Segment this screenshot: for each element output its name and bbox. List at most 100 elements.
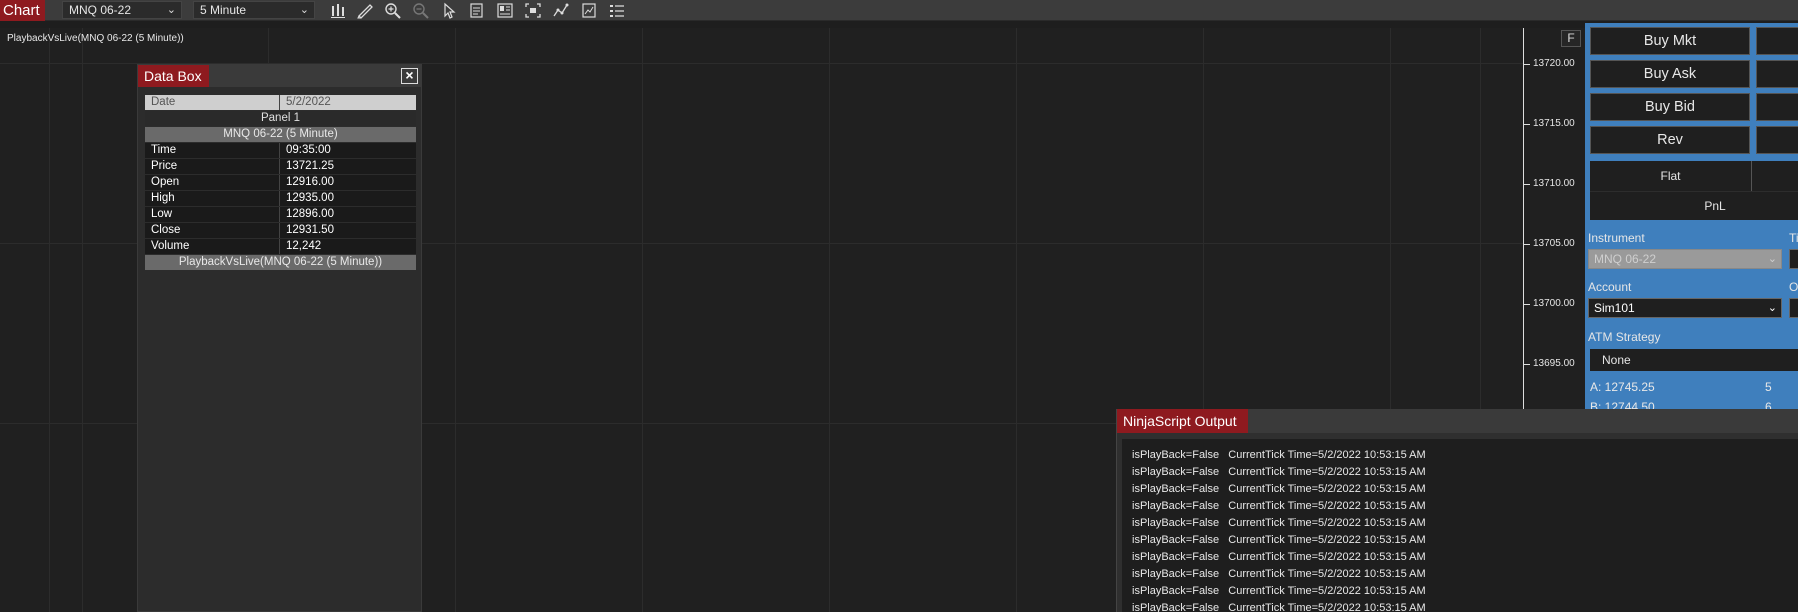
table-row: Date 5/2/2022	[145, 95, 416, 111]
ask-size: 5	[1765, 380, 1772, 394]
data-box-table: Date 5/2/2022 Panel 1 MNQ 06-22 (5 Minut…	[145, 95, 416, 271]
log-line: isPlayBack=False CurrentTick Time=5/2/20…	[1132, 534, 1426, 546]
y-tick	[1524, 244, 1530, 245]
bars-type-icon[interactable]	[329, 2, 347, 19]
grid-line	[455, 28, 456, 612]
table-row: Open 12916.00	[145, 175, 416, 191]
data-box-window: Data Box × Date 5/2/2022 Panel 1 MNQ 06-…	[137, 64, 422, 612]
output-log[interactable]: isPlayBack=False CurrentTick Time=5/2/20…	[1122, 439, 1798, 612]
ask-price: A: 12745.25	[1590, 380, 1655, 394]
strategies-icon[interactable]	[580, 2, 598, 19]
chevron-down-icon: ⌄	[1767, 253, 1777, 265]
row-label: Open	[145, 175, 280, 190]
pnl-label: PnL	[1704, 199, 1726, 213]
zoom-out-icon[interactable]	[412, 2, 430, 19]
log-line: isPlayBack=False CurrentTick Time=5/2/20…	[1132, 466, 1426, 478]
account-select[interactable]: Sim101 ⌄	[1588, 298, 1782, 318]
sell-bid-button[interactable]	[1756, 93, 1798, 121]
sell-mkt-button[interactable]	[1756, 27, 1798, 55]
data-box-icon[interactable]	[468, 2, 486, 19]
log-line: isPlayBack=False CurrentTick Time=5/2/20…	[1132, 500, 1426, 512]
log-line: isPlayBack=False CurrentTick Time=5/2/20…	[1132, 551, 1426, 563]
y-tick-label: 13715.00	[1533, 118, 1575, 129]
instrument-header: MNQ 06-22 (5 Minute)	[145, 127, 416, 143]
instrument-label: Instrument	[1588, 231, 1645, 245]
zoom-in-icon[interactable]	[384, 2, 402, 19]
table-row: Volume 12,242	[145, 239, 416, 255]
snapshot-icon[interactable]	[524, 2, 542, 19]
row-label: Price	[145, 159, 280, 174]
row-label: Volume	[145, 239, 280, 254]
sell-ask-button[interactable]	[1756, 60, 1798, 88]
row-label: Low	[145, 207, 280, 222]
log-line: isPlayBack=False CurrentTick Time=5/2/20…	[1132, 483, 1426, 495]
list-icon[interactable]	[608, 2, 626, 19]
y-tick	[1524, 304, 1530, 305]
chevron-down-icon: ⌄	[1767, 302, 1777, 314]
date-label: Date	[145, 95, 280, 110]
row-label: Close	[145, 223, 280, 238]
properties-icon[interactable]	[496, 2, 514, 19]
row-value: 09:35:00	[286, 144, 331, 156]
atm-strategy-label: ATM Strategy	[1588, 330, 1661, 344]
date-value: 5/2/2022	[286, 96, 331, 108]
y-tick-label: 13720.00	[1533, 58, 1575, 69]
chart-toolbar: Chart MNQ 06-22 ⌄ 5 Minute ⌄	[0, 0, 1798, 21]
row-value: 12916.00	[286, 176, 334, 188]
instrument-selector[interactable]: MNQ 06-22 ⌄	[62, 1, 182, 19]
ninjascript-output-window: NinjaScript Output isPlayBack=False Curr…	[1116, 409, 1798, 612]
indicator-label: PlaybackVsLive(MNQ 06-22 (5 Minute))	[7, 33, 184, 44]
close-position-button[interactable]	[1756, 126, 1798, 154]
chevron-down-icon: ⌄	[166, 4, 176, 16]
data-box-titlebar[interactable]: Data Box ×	[138, 65, 421, 87]
chart-tab[interactable]: Chart	[0, 0, 45, 21]
y-tick-label: 13705.00	[1533, 238, 1575, 249]
row-value: 12,242	[286, 240, 322, 252]
tif-select[interactable]	[1789, 249, 1798, 269]
buy-mkt-button[interactable]: Buy Mkt	[1590, 27, 1750, 55]
y-tick-label: 13700.00	[1533, 298, 1575, 309]
instrument-selector-value: MNQ 06-22	[69, 3, 132, 17]
instrument-select-value: MNQ 06-22	[1594, 252, 1657, 266]
output-titlebar[interactable]: NinjaScript Output	[1117, 409, 1798, 433]
instrument-select[interactable]: MNQ 06-22 ⌄	[1588, 249, 1782, 269]
table-row: Low 12896.00	[145, 207, 416, 223]
account-select-value: Sim101	[1594, 301, 1635, 315]
atm-strategy-select[interactable]: None	[1590, 349, 1798, 371]
data-box-title: Data Box	[138, 65, 209, 87]
y-tick-label: 13695.00	[1533, 358, 1575, 369]
row-value: 12935.00	[286, 192, 334, 204]
pointer-icon[interactable]	[440, 2, 458, 19]
y-tick	[1524, 64, 1530, 65]
rev-button[interactable]: Rev	[1590, 126, 1750, 154]
account-label: Account	[1588, 280, 1632, 294]
table-row: Close 12931.50	[145, 223, 416, 239]
oco-input[interactable]	[1789, 298, 1798, 318]
log-line: isPlayBack=False CurrentTick Time=5/2/20…	[1132, 585, 1426, 597]
close-icon[interactable]: ×	[401, 68, 418, 84]
log-line: isPlayBack=False CurrentTick Time=5/2/20…	[1132, 449, 1426, 461]
f-button[interactable]: F	[1561, 30, 1581, 47]
buy-bid-button[interactable]: Buy Bid	[1590, 93, 1750, 121]
table-row: Price 13721.25	[145, 159, 416, 175]
row-value: 13721.25	[286, 160, 334, 172]
tif-label: Ti	[1789, 231, 1798, 245]
interval-selector[interactable]: 5 Minute ⌄	[193, 1, 315, 19]
y-tick-label: 13710.00	[1533, 178, 1575, 189]
log-line: isPlayBack=False CurrentTick Time=5/2/20…	[1132, 517, 1426, 529]
grid-line	[82, 28, 83, 612]
y-tick	[1524, 364, 1530, 365]
grid-line	[1016, 28, 1017, 612]
log-line: isPlayBack=False CurrentTick Time=5/2/20…	[1132, 568, 1426, 580]
log-line: isPlayBack=False CurrentTick Time=5/2/20…	[1132, 602, 1426, 612]
grid-line	[642, 28, 643, 612]
buy-ask-button[interactable]: Buy Ask	[1590, 60, 1750, 88]
drawing-tool-icon[interactable]	[356, 2, 374, 19]
grid-line	[49, 28, 50, 612]
y-tick	[1524, 184, 1530, 185]
interval-selector-value: 5 Minute	[200, 3, 247, 17]
pnl-row: PnL	[1590, 191, 1798, 220]
panel-header: Panel 1	[145, 111, 416, 127]
indicators-icon[interactable]	[552, 2, 570, 19]
grid-line	[829, 28, 830, 612]
